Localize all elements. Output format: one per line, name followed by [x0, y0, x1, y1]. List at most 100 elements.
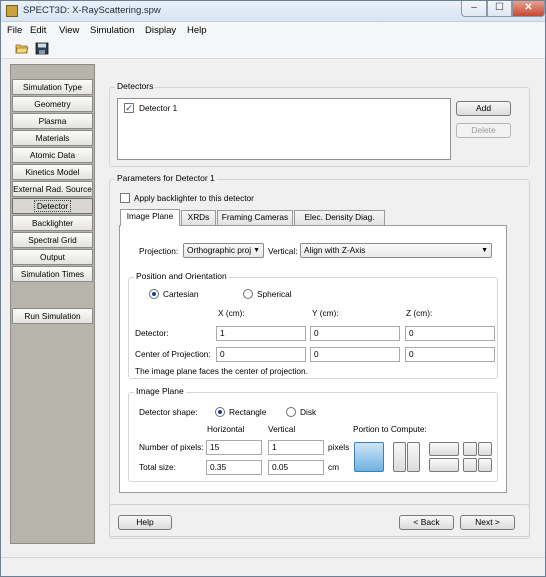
disk-label: Disk — [300, 407, 317, 417]
sidebar-item-label: Output — [40, 252, 65, 262]
rectangle-radio[interactable] — [215, 407, 225, 417]
run-simulation-button[interactable]: Run Simulation — [12, 308, 93, 324]
position-orientation-title: Position and Orientation — [134, 271, 229, 281]
save-disk-icon[interactable] — [35, 42, 49, 55]
add-detector-button[interactable]: Add — [456, 101, 511, 116]
sidebar-item-label: Backlighter — [31, 218, 74, 228]
center-projection-label: Center of Projection: — [135, 349, 211, 359]
menu-file[interactable]: File — [7, 25, 22, 36]
pixels-vertical-input[interactable]: 1 — [268, 440, 324, 455]
menu-display[interactable]: Display — [145, 25, 176, 36]
menu-simulation[interactable]: Simulation — [90, 25, 134, 36]
detector-shape-label: Detector shape: — [139, 407, 198, 417]
sidebar-item-simulation-times[interactable]: Simulation Times — [12, 266, 93, 282]
portion-bottom-left-button[interactable] — [463, 458, 477, 472]
sidebar-item-label: Simulation Times — [20, 269, 85, 279]
detector-z-input[interactable]: 0 — [405, 326, 495, 341]
sidebar-item-label: External Rad. Source — [13, 184, 92, 194]
app-logo-icon — [6, 5, 18, 17]
menu-edit[interactable]: Edit — [30, 25, 46, 36]
detector-1-checkbox[interactable]: ✓ — [124, 103, 134, 113]
portion-top-right-button[interactable] — [478, 442, 492, 456]
sidebar-item-label: Geometry — [34, 99, 71, 109]
sidebar-item-simulation-type[interactable]: Simulation Type — [12, 79, 93, 95]
image-plane-tab-panel: Projection: Orthographic proj ▼ Vertical… — [119, 225, 507, 493]
main-panel: Detectors ✓ Detector 1 Add Delete Parame… — [105, 64, 536, 544]
number-of-pixels-label: Number of pixels: — [139, 442, 204, 452]
portion-bottom-right-button[interactable] — [478, 458, 492, 472]
title-bar[interactable]: SPECT3D: X-RayScattering.spw – ☐ ✕ — [1, 1, 545, 22]
sidebar-item-label: Spectral Grid — [28, 235, 77, 245]
sidebar-item-output[interactable]: Output — [12, 249, 93, 265]
menu-view[interactable]: View — [59, 25, 79, 36]
cartesian-label: Cartesian — [163, 289, 199, 299]
parameters-group-title: Parameters for Detector 1 — [115, 173, 217, 183]
minimize-button[interactable]: – — [461, 1, 487, 17]
detector-list[interactable]: ✓ Detector 1 — [117, 98, 451, 160]
menu-help[interactable]: Help — [187, 25, 207, 36]
sidebar-item-label: Plasma — [38, 116, 67, 126]
portion-top-half-button[interactable] — [429, 442, 459, 456]
tab-image-plane[interactable]: Image Plane — [120, 209, 180, 226]
sidebar-item-geometry[interactable]: Geometry — [12, 96, 93, 112]
delete-detector-button[interactable]: Delete — [456, 123, 511, 138]
sidebar-item-kinetics-model[interactable]: Kinetics Model — [12, 164, 93, 180]
sidebar-item-label: Materials — [35, 133, 70, 143]
sidebar-item-atomic-data[interactable]: Atomic Data — [12, 147, 93, 163]
run-simulation-label: Run Simulation — [24, 311, 81, 321]
detector-1-label[interactable]: Detector 1 — [139, 103, 177, 113]
chevron-down-icon: ▼ — [481, 247, 488, 254]
next-button[interactable]: Next > — [460, 515, 515, 530]
size-vertical-input[interactable]: 0.05 — [268, 460, 324, 475]
tab-xrds[interactable]: XRDs — [181, 210, 216, 225]
center-z-input[interactable]: 0 — [405, 347, 495, 362]
apply-backlighter-checkbox[interactable] — [120, 193, 130, 203]
portion-full-button[interactable] — [354, 442, 384, 472]
close-button[interactable]: ✕ — [512, 1, 545, 17]
vertical-select[interactable]: Align with Z-Axis ▼ — [300, 243, 492, 258]
sidebar-item-label: Kinetics Model — [25, 167, 80, 177]
y-column-header: Y (cm): — [312, 308, 339, 318]
center-x-input[interactable]: 0 — [216, 347, 306, 362]
z-column-header: Z (cm): — [406, 308, 433, 318]
image-plane-group-title: Image Plane — [134, 386, 186, 396]
cartesian-radio[interactable] — [149, 289, 159, 299]
sidebar-item-external-rad-source[interactable]: External Rad. Source — [12, 181, 93, 197]
disk-radio[interactable] — [286, 407, 296, 417]
sidebar-item-detector[interactable]: Detector — [12, 198, 93, 214]
portion-bottom-half-button[interactable] — [429, 458, 459, 472]
detector-position-label: Detector: — [135, 328, 169, 338]
tab-framing-cameras[interactable]: Framing Cameras — [217, 210, 293, 225]
tab-elec-density-diag[interactable]: Elec. Density Diag. — [294, 210, 385, 225]
portion-top-left-button[interactable] — [463, 442, 477, 456]
maximize-button[interactable]: ☐ — [487, 1, 512, 17]
size-horizontal-input[interactable]: 0.35 — [206, 460, 262, 475]
sidebar-item-plasma[interactable]: Plasma — [12, 113, 93, 129]
open-folder-icon[interactable] — [15, 42, 29, 55]
help-button[interactable]: Help — [118, 515, 172, 530]
sidebar-item-materials[interactable]: Materials — [12, 130, 93, 146]
navigation-sidebar: Simulation Type Geometry Plasma Material… — [10, 64, 95, 544]
detectors-group-title: Detectors — [115, 81, 156, 91]
detector-y-input[interactable]: 0 — [310, 326, 400, 341]
sidebar-item-label: Detector — [33, 200, 72, 212]
portion-right-half-button[interactable] — [407, 442, 420, 472]
back-button[interactable]: < Back — [399, 515, 454, 530]
vertical-label: Vertical: — [268, 246, 298, 256]
image-plane-note: The image plane faces the center of proj… — [135, 366, 308, 376]
center-y-input[interactable]: 0 — [310, 347, 400, 362]
spherical-radio[interactable] — [243, 289, 253, 299]
x-column-header: X (cm): — [218, 308, 245, 318]
sidebar-item-backlighter[interactable]: Backlighter — [12, 215, 93, 231]
portion-left-half-button[interactable] — [393, 442, 406, 472]
rectangle-label: Rectangle — [229, 407, 267, 417]
projection-select[interactable]: Orthographic proj ▼ — [183, 243, 264, 258]
portion-label: Portion to Compute: — [353, 424, 427, 434]
window-title: SPECT3D: X-RayScattering.spw — [23, 5, 161, 16]
sidebar-item-label: Atomic Data — [29, 150, 76, 160]
sidebar-item-spectral-grid[interactable]: Spectral Grid — [12, 232, 93, 248]
detector-x-input[interactable]: 1 — [216, 326, 306, 341]
projection-label: Projection: — [139, 246, 179, 256]
app-window: SPECT3D: X-RayScattering.spw – ☐ ✕ File … — [0, 0, 546, 577]
pixels-horizontal-input[interactable]: 15 — [206, 440, 262, 455]
